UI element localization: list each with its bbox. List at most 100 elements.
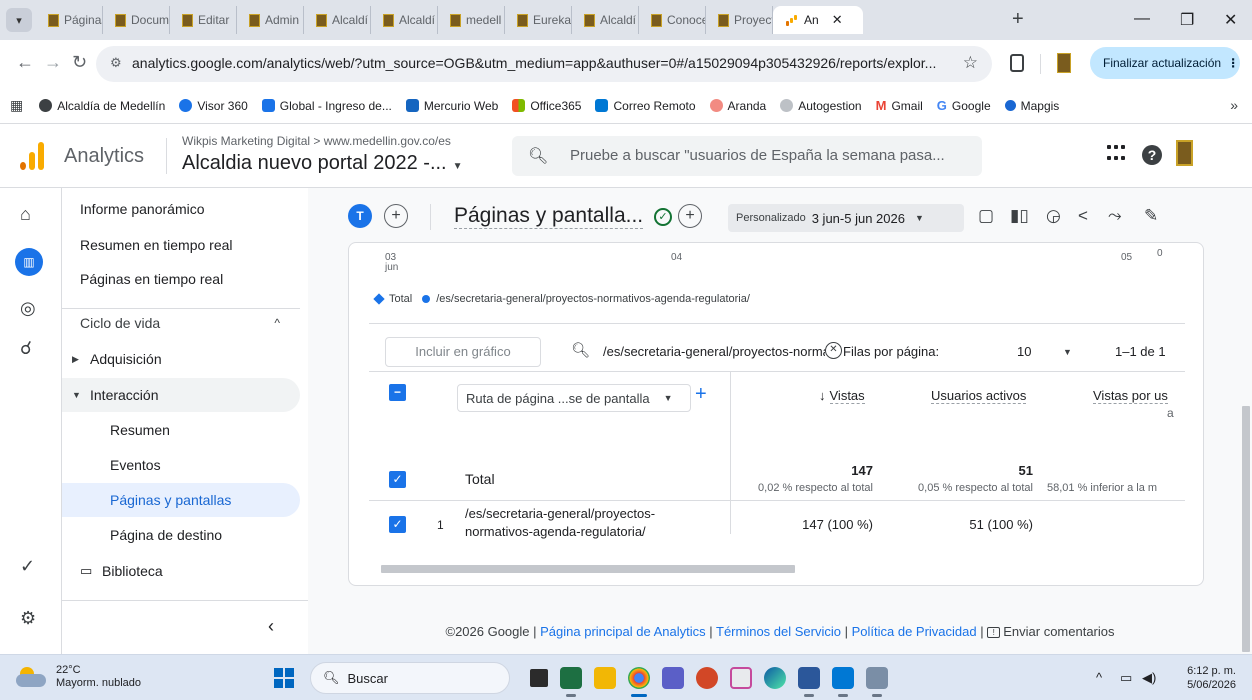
restore-icon[interactable]: ❐ [1180, 10, 1194, 30]
url-omnibox[interactable]: ⚙ analytics.google.com/analytics/web/?ut… [96, 46, 992, 82]
nav-item-acquisition[interactable]: ▶ Adquisición [62, 342, 300, 376]
configure-icon[interactable]: ✓ [20, 556, 35, 577]
excel-icon[interactable] [560, 667, 582, 697]
browser-tab[interactable]: Alcaldí [371, 6, 438, 34]
close-icon[interactable]: ✕ [832, 12, 843, 28]
share-icon[interactable]: < [1078, 206, 1088, 226]
browser-tab[interactable]: Alcaldí [572, 6, 639, 34]
window-close-icon[interactable]: ✕ [1224, 10, 1237, 30]
volume-icon[interactable]: ◀) [1142, 670, 1156, 686]
file-explorer-icon[interactable] [594, 667, 616, 689]
taskbar-search[interactable]: 🔍︎ Buscar [310, 662, 510, 694]
bookmark-autogestion[interactable]: Autogestion [780, 99, 862, 113]
reports-icon[interactable]: ▥ [15, 248, 43, 276]
site-settings-icon[interactable]: ⚙ [110, 55, 122, 71]
bookmark-office365[interactable]: Office365 [512, 99, 581, 113]
insights-icon[interactable]: ◶ [1046, 206, 1061, 226]
chrome-icon[interactable] [628, 667, 650, 697]
add-dimension-button[interactable]: + [695, 383, 707, 406]
trend-icon[interactable]: ⤳ [1108, 206, 1122, 226]
nav-item-pages-screens[interactable]: Páginas y pantallas [62, 483, 300, 517]
browser-tab[interactable]: Alcaldí [304, 6, 371, 34]
select-all-checkbox[interactable]: − [389, 384, 406, 401]
column-header-active-users[interactable]: Usuarios activos [931, 388, 1027, 404]
apps-grid-icon[interactable]: ▦ [10, 97, 23, 114]
footer-link-home[interactable]: Página principal de Analytics [540, 624, 706, 639]
bookmark-gmail[interactable]: M Gmail [876, 98, 923, 113]
bookmark-visor-360[interactable]: Visor 360 [179, 99, 248, 113]
footer-link-terms[interactable]: Términos del Servicio [716, 624, 841, 639]
row-page-path[interactable]: /es/secretaria-general/proyectos-normati… [465, 505, 717, 541]
customize-report-icon[interactable]: ▢ [978, 206, 994, 226]
browser-tab-active[interactable]: An ✕ [773, 6, 863, 34]
browser-tab[interactable]: Conoce [639, 6, 706, 34]
snipping-tool-icon[interactable] [730, 667, 752, 689]
comparison-avatar[interactable]: T [348, 204, 372, 228]
vertical-scrollbar[interactable] [1242, 406, 1250, 652]
collapse-drawer-icon[interactable]: ‹ [268, 616, 274, 637]
word-icon[interactable] [798, 667, 820, 697]
help-icon[interactable]: ? [1142, 145, 1162, 165]
advertising-icon[interactable]: ☌ [20, 338, 32, 359]
network-icon[interactable]: ▭ [1120, 670, 1132, 686]
apps-grid-icon[interactable] [1107, 145, 1125, 163]
edge-icon[interactable] [764, 667, 786, 689]
outlook-icon[interactable] [832, 667, 854, 697]
browser-tab[interactable]: Páginas [36, 6, 103, 34]
bookmark-alcaldia[interactable]: Alcaldía de Medellín [39, 99, 165, 113]
column-header-views[interactable]: ↓ Vistas [819, 388, 865, 404]
nav-item-library[interactable]: ▭ Biblioteca [62, 554, 300, 588]
nav-item-overview[interactable]: Informe panorámico [62, 192, 300, 226]
nav-item-summary[interactable]: Resumen [62, 413, 300, 447]
tray-overflow-icon[interactable]: ^ [1096, 670, 1102, 685]
new-tab-button[interactable]: + [1012, 8, 1024, 31]
dimension-selector[interactable]: Ruta de página ...se de pantalla ▼ [457, 384, 691, 412]
admin-gear-icon[interactable]: ⚙ [20, 608, 36, 629]
nav-item-interaction[interactable]: ▼ Interacción [62, 378, 300, 412]
browser-tab[interactable]: medell [438, 6, 505, 34]
browser-tab[interactable]: Admin [237, 6, 304, 34]
report-title[interactable]: Páginas y pantalla... [454, 204, 644, 229]
rows-per-page-select[interactable]: 10 [1017, 344, 1031, 359]
tab-search-button[interactable]: ▾ [6, 8, 32, 32]
explore-icon[interactable]: ◎ [20, 298, 36, 319]
column-header-views-per-user[interactable]: Vistas por us [1093, 388, 1168, 404]
profile-avatar-icon[interactable] [1057, 53, 1071, 73]
extensions-icon[interactable] [1010, 54, 1024, 72]
powerpoint-icon[interactable] [696, 667, 718, 689]
property-selector[interactable]: Alcaldia nuevo portal 2022 -... ▼ [182, 152, 463, 175]
account-breadcrumb[interactable]: Wikpis Marketing Digital > www.medellin.… [182, 134, 451, 148]
home-icon[interactable]: ⌂ [20, 204, 31, 225]
taskbar-clock[interactable]: 6:12 p. m. 5/06/2026 [1187, 664, 1236, 692]
weather-cloudy-icon[interactable] [16, 667, 50, 687]
nav-item-landing-page[interactable]: Página de destino [62, 518, 300, 552]
remote-desktop-icon[interactable] [866, 667, 888, 697]
bookmark-google[interactable]: G Google [937, 98, 991, 113]
clear-search-icon[interactable]: ✕ [825, 342, 842, 359]
forward-arrow-icon[interactable]: → [44, 52, 62, 73]
nav-item-realtime-summary[interactable]: Resumen en tiempo real [62, 228, 300, 262]
bookmark-global[interactable]: Global - Ingreso de... [261, 99, 392, 113]
finish-update-button[interactable]: Finalizar actualización ⋮ [1090, 47, 1240, 79]
bookmark-mapgis[interactable]: Mapgis [1004, 99, 1059, 113]
add-filter-button[interactable]: + [678, 204, 702, 228]
add-comparison-button[interactable]: + [384, 204, 408, 228]
browser-tab[interactable]: Eureka [505, 6, 572, 34]
chevron-down-icon[interactable]: ▼ [1063, 347, 1072, 357]
total-row-checkbox[interactable]: ✓ [389, 471, 406, 488]
bookmark-mercurio[interactable]: Mercurio Web [405, 99, 498, 113]
footer-link-privacy[interactable]: Política de Privacidad [852, 624, 977, 639]
back-arrow-icon[interactable]: ← [16, 52, 34, 73]
minimize-icon[interactable]: — [1134, 10, 1150, 28]
edit-pencil-icon[interactable]: ✎ [1144, 206, 1158, 226]
row-checkbox[interactable]: ✓ [389, 516, 406, 533]
browser-tab[interactable]: Proyect [706, 6, 773, 34]
analytics-search[interactable]: 🔍︎ Pruebe a buscar "usuarios de España l… [512, 136, 982, 176]
weather-widget[interactable]: 22°C Mayorm. nublado [56, 664, 141, 690]
footer-feedback[interactable]: ! Enviar comentarios [987, 624, 1115, 639]
browser-tab[interactable]: Docum [103, 6, 170, 34]
reload-icon[interactable]: ↻ [72, 52, 87, 73]
nav-item-events[interactable]: Eventos [62, 448, 300, 482]
browser-tab[interactable]: Editar [170, 6, 237, 34]
analytics-logo-icon[interactable] [20, 142, 46, 170]
